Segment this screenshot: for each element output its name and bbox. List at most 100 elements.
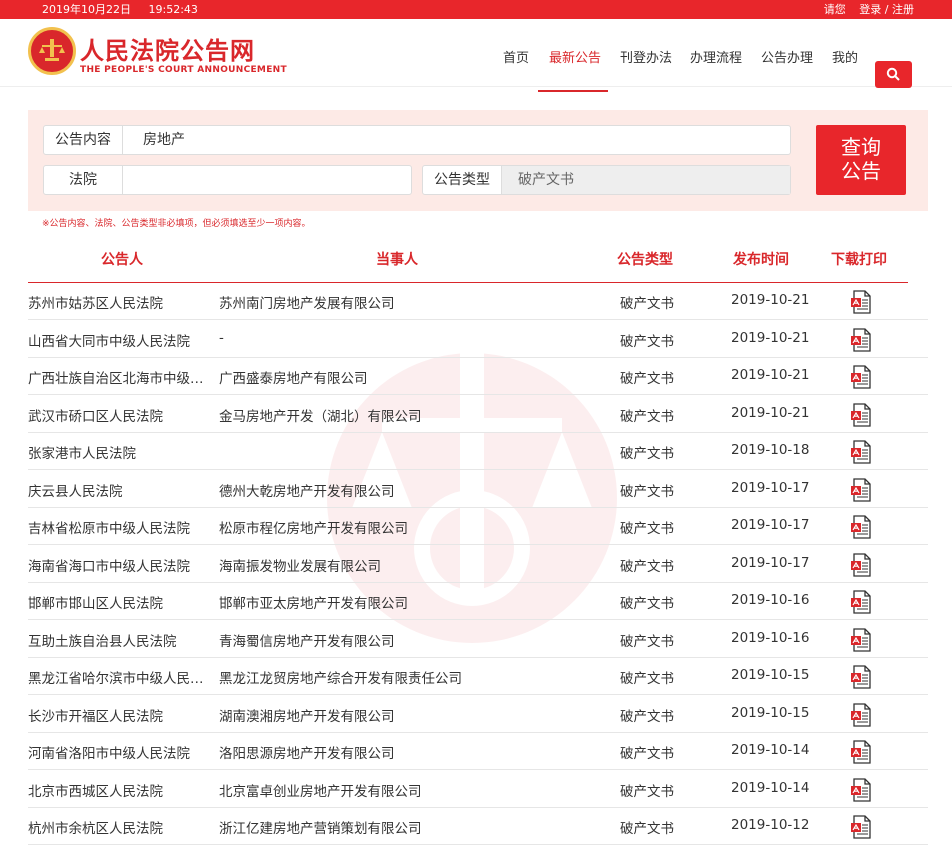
nav-home[interactable]: 首页 [503,47,529,66]
table-row[interactable]: 武汉市硚口区人民法院 金马房地产开发（湖北）有限公司 破产文书 2019-10-21 [0,396,952,433]
row-court[interactable]: 黑龙江省哈尔滨市中级人民法院 [28,667,216,687]
pdf-download-icon[interactable] [850,402,872,427]
col-header-download: 下载打印 [831,252,887,268]
greeting: 请您 [823,3,846,16]
content-input[interactable]: 房地产 [143,126,185,154]
table-row[interactable]: 长沙市开福区人民法院 湖南澳湘房地产开发有限公司 破产文书 2019-10-15 [0,696,952,733]
row-party[interactable]: 青海蜀信房地产开发有限公司 [219,630,395,650]
table-row[interactable]: 邯郸市邯山区人民法院 邯郸市亚太房地产开发有限公司 破产文书 2019-10-16 [0,583,952,620]
table-row[interactable]: 黑龙江省哈尔滨市中级人民法院 黑龙江龙贸房地产综合开发有限责任公司 破产文书 2019… [0,658,952,695]
pdf-download-icon[interactable] [850,815,872,839]
pdf-download-icon[interactable] [850,665,872,689]
row-party[interactable]: 洛阳思源房地产开发有限公司 [219,742,395,762]
row-party[interactable]: 广西盛泰房地产有限公司 [219,367,368,387]
table-row[interactable]: 吉林省松原市中级人民法院 松原市程亿房地产开发有限公司 破产文书 2019-10-17 [0,508,952,545]
pdf-download-icon[interactable] [850,590,872,614]
row-court[interactable]: 张家港市人民法院 [28,442,136,462]
row-court[interactable]: 河南省洛阳市中级人民法院 [28,742,190,762]
row-date: 2019-10-15 [731,704,810,721]
top-bar: 2019年10月22日 19:52:43 请您 登录 / 注册 [0,0,952,19]
table-row[interactable]: 海南省海口市中级人民法院 海南振发物业发展有限公司 破产文书 2019-10-17 [0,546,952,583]
row-court[interactable]: 长沙市开福区人民法院 [28,705,163,725]
site-name[interactable]: 人民法院公告网 [80,31,255,66]
col-header-party: 当事人 [376,252,418,268]
content-label: 公告内容 [44,126,123,154]
type-label: 公告类型 [423,166,502,194]
table-row[interactable]: 河南省洛阳市中级人民法院 洛阳思源房地产开发有限公司 破产文书 2019-10-14 [0,733,952,770]
table-row[interactable]: 庆云县人民法院 德州大乾房地产开发有限公司 破产文书 2019-10-17 [0,471,952,508]
site-header: 人民法院公告网 THE PEOPLE'S COURT ANNOUNCEMENT … [0,19,952,92]
row-court[interactable]: 北京市西城区人民法院 [28,780,163,800]
nav-publish-method[interactable]: 刊登办法 [620,47,672,66]
table-row[interactable]: 广西壮族自治区北海市中级人... 广西盛泰房地产有限公司 破产文书 2019-10-2… [0,358,952,395]
current-time: 19:52:43 [148,3,198,16]
col-header-type: 公告类型 [617,252,673,268]
row-party[interactable]: 苏州南门房地产发展有限公司 [219,292,395,312]
pdf-download-icon[interactable] [850,552,872,577]
court-field[interactable]: 法院 [43,165,412,195]
row-date: 2019-10-15 [731,667,810,683]
row-court[interactable]: 庆云县人民法院 [28,480,123,500]
query-button[interactable]: 查询 公告 [816,125,906,195]
table-row[interactable]: 北京市西城区人民法院 北京富卓创业房地产开发有限公司 破产文书 2019-10-14 [0,771,952,808]
col-header-date: 发布时间 [733,252,789,268]
nav-process[interactable]: 办理流程 [690,47,742,66]
pdf-download-icon[interactable] [850,740,872,764]
row-type: 破产文书 [620,746,674,762]
table-row[interactable]: 张家港市人民法院 破产文书 2019-10-18 [0,433,952,470]
pdf-download-icon[interactable] [850,290,872,314]
nav-handle[interactable]: 公告办理 [761,47,813,66]
row-court[interactable]: 互助土族自治县人民法院 [28,630,177,650]
pdf-download-icon[interactable] [850,327,872,352]
row-type: 破产文书 [620,708,674,725]
nav-latest[interactable]: 最新公告 [549,47,601,66]
query-button-line2: 公告 [841,159,881,183]
content-field[interactable]: 公告内容 房地产 [43,125,791,155]
row-party[interactable]: - [219,330,224,346]
row-party[interactable]: 浙江亿建房地产营销策划有限公司 [219,817,422,837]
court-label: 法院 [44,166,123,194]
row-party[interactable]: 邯郸市亚太房地产开发有限公司 [219,592,408,612]
type-select[interactable]: 破产文书 [502,166,790,194]
row-party[interactable]: 金马房地产开发（湖北）有限公司 [219,405,422,425]
table-row[interactable]: 山西省大同市中级人民法院 - 破产文书 2019-10-21 [0,321,952,358]
pdf-download-icon[interactable] [850,702,872,727]
header-search-button[interactable] [875,61,912,88]
row-court[interactable]: 苏州市姑苏区人民法院 [28,292,163,312]
pdf-download-icon[interactable] [850,440,872,464]
court-emblem-icon[interactable] [28,27,76,75]
row-type: 破产文书 [620,371,674,387]
row-date: 2019-10-17 [731,517,810,533]
pdf-download-icon[interactable] [850,777,872,802]
current-date: 2019年10月22日 [42,3,131,16]
nav-active-indicator [538,90,608,92]
row-party[interactable]: 松原市程亿房地产开发有限公司 [219,517,408,537]
row-court[interactable]: 海南省海口市中级人民法院 [28,555,190,575]
nav-mine[interactable]: 我的 [832,47,858,66]
table-row[interactable]: 互助土族自治县人民法院 青海蜀信房地产开发有限公司 破产文书 2019-10-16 [0,621,952,658]
table-row[interactable]: 杭州市余杭区人民法院 浙江亿建房地产营销策划有限公司 破产文书 2019-10-12 [0,808,952,845]
type-field[interactable]: 公告类型 破产文书 [422,165,791,195]
row-party[interactable]: 黑龙江龙贸房地产综合开发有限责任公司 [219,667,462,687]
row-type: 破产文书 [620,446,674,462]
row-court[interactable]: 邯郸市邯山区人民法院 [28,592,163,612]
row-court[interactable]: 广西壮族自治区北海市中级人... [28,367,216,387]
login-register-link[interactable]: 登录 / 注册 [859,3,914,16]
row-party[interactable]: 海南振发物业发展有限公司 [219,555,381,575]
row-party[interactable]: 北京富卓创业房地产开发有限公司 [219,780,422,800]
pdf-download-icon[interactable] [850,627,872,652]
row-date: 2019-10-21 [731,292,810,308]
row-party[interactable]: 德州大乾房地产开发有限公司 [219,480,395,500]
row-court[interactable]: 武汉市硚口区人民法院 [28,405,163,425]
table-row[interactable]: 苏州市姑苏区人民法院 苏州南门房地产发展有限公司 破产文书 2019-10-21 [0,283,952,320]
row-court[interactable]: 吉林省松原市中级人民法院 [28,517,190,537]
query-button-line1: 查询 [841,135,881,159]
row-type: 破产文书 [620,408,674,425]
row-party[interactable]: 湖南澳湘房地产开发有限公司 [219,705,395,725]
pdf-download-icon[interactable] [850,515,872,539]
row-date: 2019-10-17 [731,479,810,496]
row-court[interactable]: 山西省大同市中级人民法院 [28,330,190,350]
pdf-download-icon[interactable] [850,365,872,389]
pdf-download-icon[interactable] [850,477,872,502]
row-court[interactable]: 杭州市余杭区人民法院 [28,817,163,837]
